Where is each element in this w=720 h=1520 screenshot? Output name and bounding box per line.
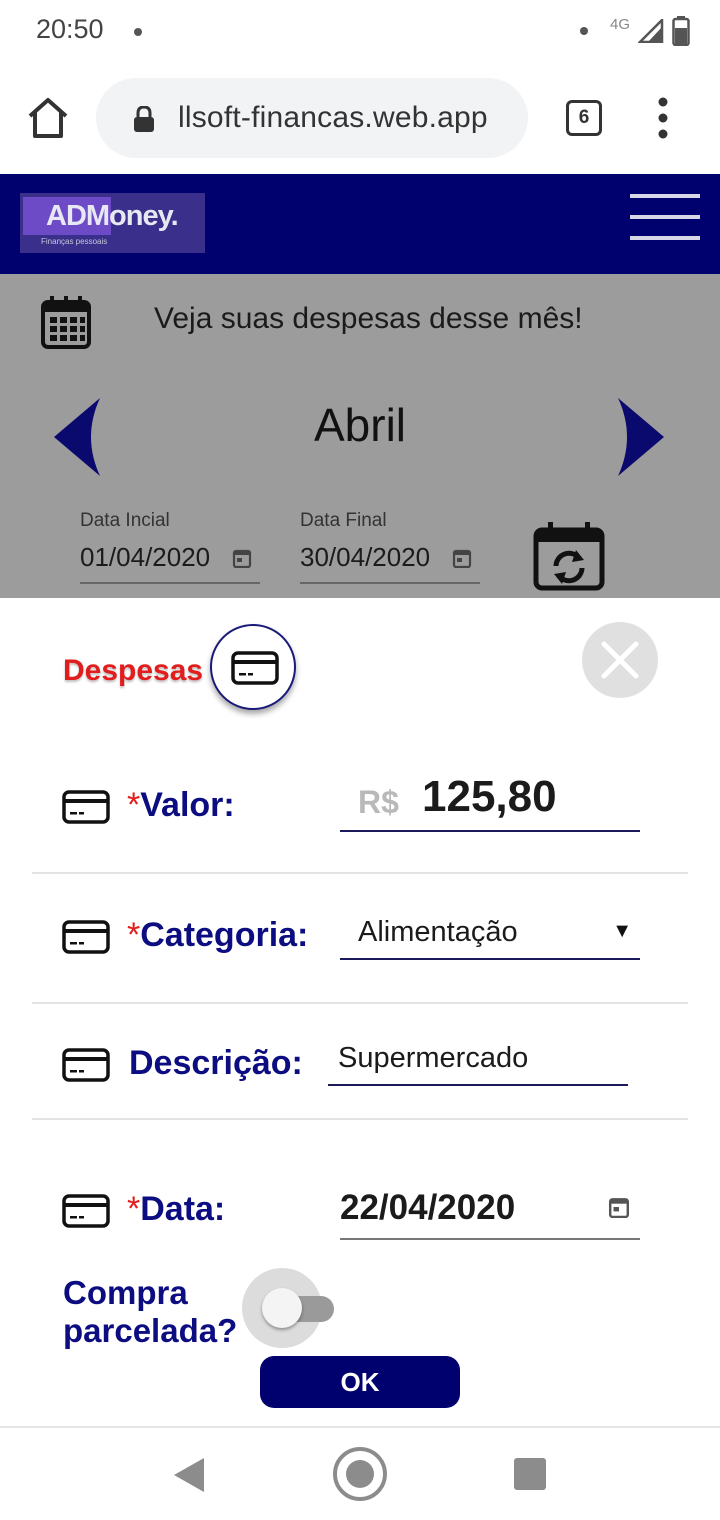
- end-date-value: 30/04/2020: [300, 542, 431, 572]
- page-subtitle: Veja suas despesas desse mês!: [154, 302, 583, 335]
- close-icon: [601, 641, 639, 679]
- notification-dot-icon: [134, 28, 142, 36]
- start-date-field[interactable]: Data Incial 01/04/2020: [80, 510, 260, 584]
- valor-label-text: Valor:: [140, 786, 235, 824]
- tab-switcher-button[interactable]: 6: [566, 100, 602, 136]
- credit-card-icon: [62, 1194, 110, 1228]
- lock-icon: [134, 106, 154, 132]
- data-label: *Data:: [127, 1190, 225, 1229]
- end-date-label: Data Final: [300, 510, 387, 531]
- app-logo[interactable]: ADMoney. Finanças pessoais: [20, 193, 205, 253]
- start-date-value: 01/04/2020: [80, 542, 211, 572]
- back-icon[interactable]: [172, 1456, 206, 1494]
- browser-home-button[interactable]: [24, 94, 72, 142]
- calendar-small-icon[interactable]: [452, 548, 472, 568]
- required-mark: *: [127, 916, 141, 954]
- divider: [32, 1002, 688, 1004]
- home-circle-icon[interactable]: [332, 1446, 388, 1502]
- close-button[interactable]: [582, 622, 658, 698]
- parcelada-toggle[interactable]: [242, 1268, 338, 1350]
- system-navigation-bar: [0, 1426, 720, 1520]
- data-input[interactable]: 22/04/2020: [340, 1184, 640, 1240]
- ok-button[interactable]: OK: [260, 1356, 460, 1408]
- parcelada-label-line2: parcelada?: [63, 1312, 238, 1349]
- logo-subtitle: Finanças pessoais: [41, 237, 108, 246]
- start-date-label: Data Incial: [80, 510, 170, 531]
- required-mark: *: [127, 786, 141, 824]
- descricao-input[interactable]: Supermercado: [328, 1038, 628, 1086]
- currency-prefix: R$: [358, 784, 399, 820]
- descricao-value: Supermercado: [338, 1042, 529, 1074]
- menu-hamburger-icon[interactable]: [630, 194, 700, 242]
- descricao-label: Descrição:: [129, 1044, 303, 1082]
- recent-apps-icon[interactable]: [514, 1458, 546, 1490]
- divider: [32, 872, 688, 874]
- more-vertical-icon: [658, 97, 668, 139]
- sheet-title: Despesas: [63, 654, 204, 687]
- expense-type-button[interactable]: [210, 624, 296, 710]
- battery-icon: [672, 16, 690, 46]
- status-time: 20:50: [36, 14, 104, 44]
- valor-value: 125,80: [422, 772, 557, 821]
- network-type-label: 4G: [609, 15, 630, 33]
- valor-input[interactable]: R$ 125,80: [340, 770, 640, 832]
- credit-card-icon: [62, 1048, 110, 1082]
- month-name: Abril: [313, 399, 407, 451]
- logo-text: ADMoney.: [46, 200, 179, 232]
- parcelada-label-line1: Compra: [63, 1274, 188, 1311]
- calendar-small-icon[interactable]: [608, 1196, 630, 1218]
- required-mark: *: [127, 1190, 141, 1228]
- calendar-small-icon[interactable]: [232, 548, 252, 568]
- categoria-select[interactable]: Alimentação ▼: [340, 906, 640, 960]
- url-text: llsoft-financas.web.app: [178, 101, 488, 134]
- calendar-icon: [41, 296, 91, 349]
- end-date-field[interactable]: Data Final 30/04/2020: [300, 510, 480, 584]
- status-icons: 4G: [579, 14, 690, 48]
- browser-menu-button[interactable]: [650, 96, 676, 140]
- expense-form-sheet: Despesas *Valor: R$ 125,80 *Categoria: A…: [0, 598, 720, 1426]
- divider: [32, 1118, 688, 1120]
- calendar-refresh-icon[interactable]: [532, 522, 606, 592]
- credit-card-icon: [62, 790, 110, 824]
- status-bar: 20:50 4G: [0, 0, 720, 64]
- data-label-text: Data:: [140, 1190, 226, 1228]
- parcelada-label: Compra parcelada?: [63, 1274, 237, 1350]
- app-header: ADMoney. Finanças pessoais: [0, 174, 720, 274]
- browser-toolbar: llsoft-financas.web.app 6: [0, 64, 720, 174]
- categoria-value: Alimentação: [358, 916, 518, 948]
- page-overlay: Veja suas despesas desse mês! Abril Data…: [0, 274, 720, 598]
- data-value: 22/04/2020: [340, 1188, 516, 1227]
- categoria-label-text: Categoria:: [140, 916, 309, 954]
- valor-label: *Valor:: [127, 786, 235, 825]
- address-bar[interactable]: llsoft-financas.web.app: [96, 78, 528, 158]
- credit-card-icon: [62, 920, 110, 954]
- dropdown-arrow-icon: ▼: [612, 920, 632, 942]
- home-icon: [28, 98, 68, 138]
- credit-card-icon: [231, 651, 279, 685]
- notification-dot-icon: [579, 27, 588, 35]
- categoria-label: *Categoria:: [127, 916, 308, 955]
- toggle-knob: [262, 1288, 302, 1328]
- signal-icon: [638, 19, 664, 43]
- next-month-arrow-icon[interactable]: [616, 398, 666, 476]
